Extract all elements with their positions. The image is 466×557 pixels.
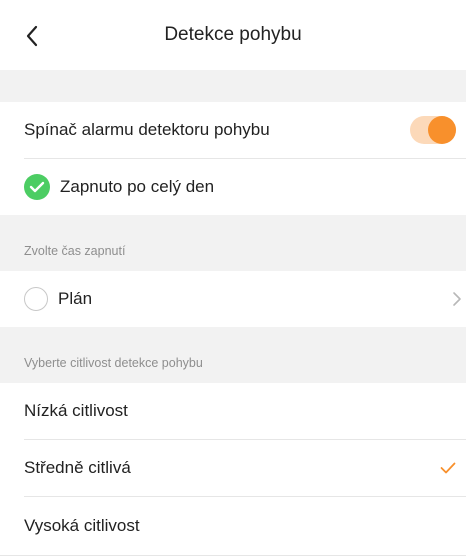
sensitivity-section-label: Vyberte citlivost detekce pohybu bbox=[24, 356, 203, 370]
time-section-label: Zvolte čas zapnutí bbox=[24, 244, 126, 258]
alarm-switch-row: Spínač alarmu detektoru pohybu bbox=[0, 102, 466, 158]
sensitivity-option-high[interactable]: Vysoká citlivost bbox=[0, 497, 466, 555]
time-section-header: Zvolte čas zapnutí bbox=[0, 215, 466, 271]
divider bbox=[0, 555, 466, 556]
radio-unselected-icon bbox=[24, 287, 48, 311]
check-circle-icon bbox=[24, 174, 50, 200]
sensitivity-section-header: Vyberte citlivost detekce pohybu bbox=[0, 327, 466, 383]
schedule-label: Plán bbox=[58, 289, 93, 308]
toggle-knob bbox=[428, 116, 456, 144]
all-day-option[interactable]: Zapnuto po celý den bbox=[0, 159, 466, 215]
schedule-option[interactable]: Plán bbox=[0, 271, 466, 327]
sensitivity-option-low[interactable]: Nízká citlivost bbox=[0, 383, 466, 439]
section-spacer bbox=[0, 70, 466, 102]
sensitivity-option-medium[interactable]: Středně citlivá bbox=[0, 440, 466, 496]
page-title: Detekce pohybu bbox=[164, 24, 302, 45]
chevron-right-icon bbox=[453, 292, 461, 306]
alarm-switch-label: Spínač alarmu detektoru pohybu bbox=[24, 120, 270, 139]
header-bar: Detekce pohybu bbox=[0, 0, 466, 70]
all-day-label: Zapnuto po celý den bbox=[60, 177, 215, 196]
sensitivity-medium-label: Středně citlivá bbox=[24, 458, 131, 477]
sensitivity-high-label: Vysoká citlivost bbox=[24, 516, 140, 535]
alarm-toggle[interactable] bbox=[410, 116, 456, 144]
sensitivity-low-label: Nízká citlivost bbox=[24, 401, 128, 420]
checkmark-icon bbox=[440, 462, 456, 474]
